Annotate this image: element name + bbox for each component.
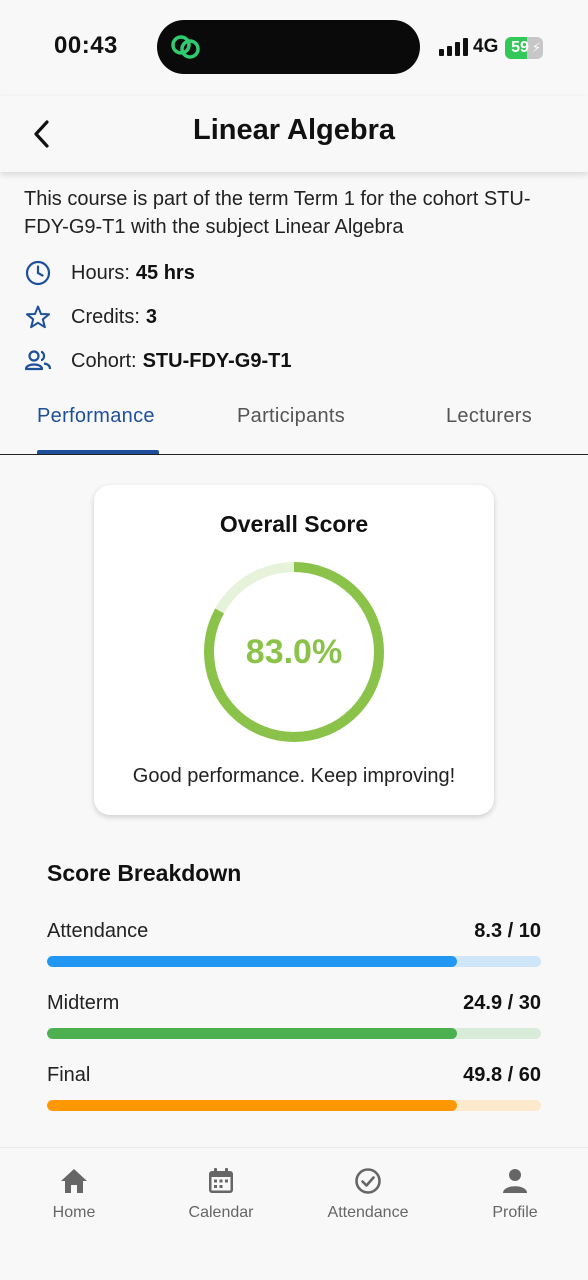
midterm-value: 24.9 / 30 <box>463 992 541 1014</box>
home-icon <box>14 1166 134 1196</box>
tab-participants[interactable]: Participants <box>237 405 345 428</box>
overall-score-title: Overall Score <box>219 511 369 537</box>
cohort-label: Cohort: <box>71 349 137 372</box>
battery-percent: 59 <box>511 39 529 56</box>
app-bar: Linear Algebra <box>0 96 588 172</box>
final-bar <box>47 1100 541 1111</box>
nav-home-label: Home <box>52 1204 96 1221</box>
link-rings-icon <box>171 35 200 59</box>
charging-bolt-icon: ⚡ <box>531 40 541 55</box>
attendance-bar <box>47 956 541 967</box>
final-value: 49.8 / 60 <box>463 1064 541 1086</box>
attendance-bar-fill <box>47 956 458 967</box>
final-bar-fill <box>47 1100 458 1111</box>
nav-profile[interactable]: Profile <box>455 1166 575 1222</box>
midterm-bar-fill <box>47 1028 458 1039</box>
attendance-value: 8.3 / 10 <box>474 920 541 942</box>
network-label: 4G <box>473 36 499 57</box>
credits-row: Credits: 3 <box>24 303 157 331</box>
overall-score-card: Overall Score 83.0% Good performance. Ke… <box>94 485 494 815</box>
clock-icon <box>24 259 52 287</box>
hours-value: 45 hrs <box>135 261 195 284</box>
nav-attendance-label: Attendance <box>327 1204 409 1221</box>
check-circle-icon <box>308 1166 428 1196</box>
overall-score-message: Good performance. Keep improving! <box>132 765 456 787</box>
nav-attendance[interactable]: Attendance <box>308 1166 428 1222</box>
attendance-label: Attendance <box>47 920 149 942</box>
score-breakdown-title: Score Breakdown <box>47 860 242 886</box>
nav-calendar-label: Calendar <box>188 1204 254 1221</box>
midterm-bar <box>47 1028 541 1039</box>
calendar-icon <box>161 1166 281 1196</box>
tab-indicator <box>37 450 159 454</box>
dynamic-island <box>157 20 420 74</box>
credits-value: 3 <box>145 305 158 328</box>
nav-profile-label: Profile <box>492 1204 538 1221</box>
page-title: Linear Algebra <box>193 114 395 146</box>
hours-row: Hours: 45 hrs <box>24 259 195 287</box>
star-icon <box>24 303 52 331</box>
nav-home[interactable]: Home <box>14 1166 134 1222</box>
overall-score-value: 83.0% <box>245 633 343 671</box>
final-label: Final <box>47 1064 91 1086</box>
cohort-row: Cohort: STU-FDY-G9-T1 <box>24 347 292 375</box>
hours-label: Hours: <box>71 261 130 284</box>
nav-calendar[interactable]: Calendar <box>161 1166 281 1222</box>
tab-performance[interactable]: Performance <box>37 405 155 428</box>
tab-lecturers[interactable]: Lecturers <box>446 405 532 428</box>
course-description: This course is part of the term Term 1 f… <box>24 188 531 238</box>
credits-label: Credits: <box>71 305 140 328</box>
battery-icon: 59 ⚡ <box>505 37 543 59</box>
midterm-label: Midterm <box>47 992 120 1014</box>
signal-icon <box>439 38 468 56</box>
bottom-nav: Home Calendar Attendance Profile <box>0 1147 588 1280</box>
status-bar: 00:43 4G 59 ⚡ <box>0 0 588 96</box>
status-time: 00:43 <box>54 32 118 59</box>
group-icon <box>24 347 52 375</box>
person-icon <box>455 1166 575 1196</box>
tab-bar: Performance Participants Lecturers <box>0 395 588 455</box>
cohort-value: STU-FDY-G9-T1 <box>142 349 292 372</box>
